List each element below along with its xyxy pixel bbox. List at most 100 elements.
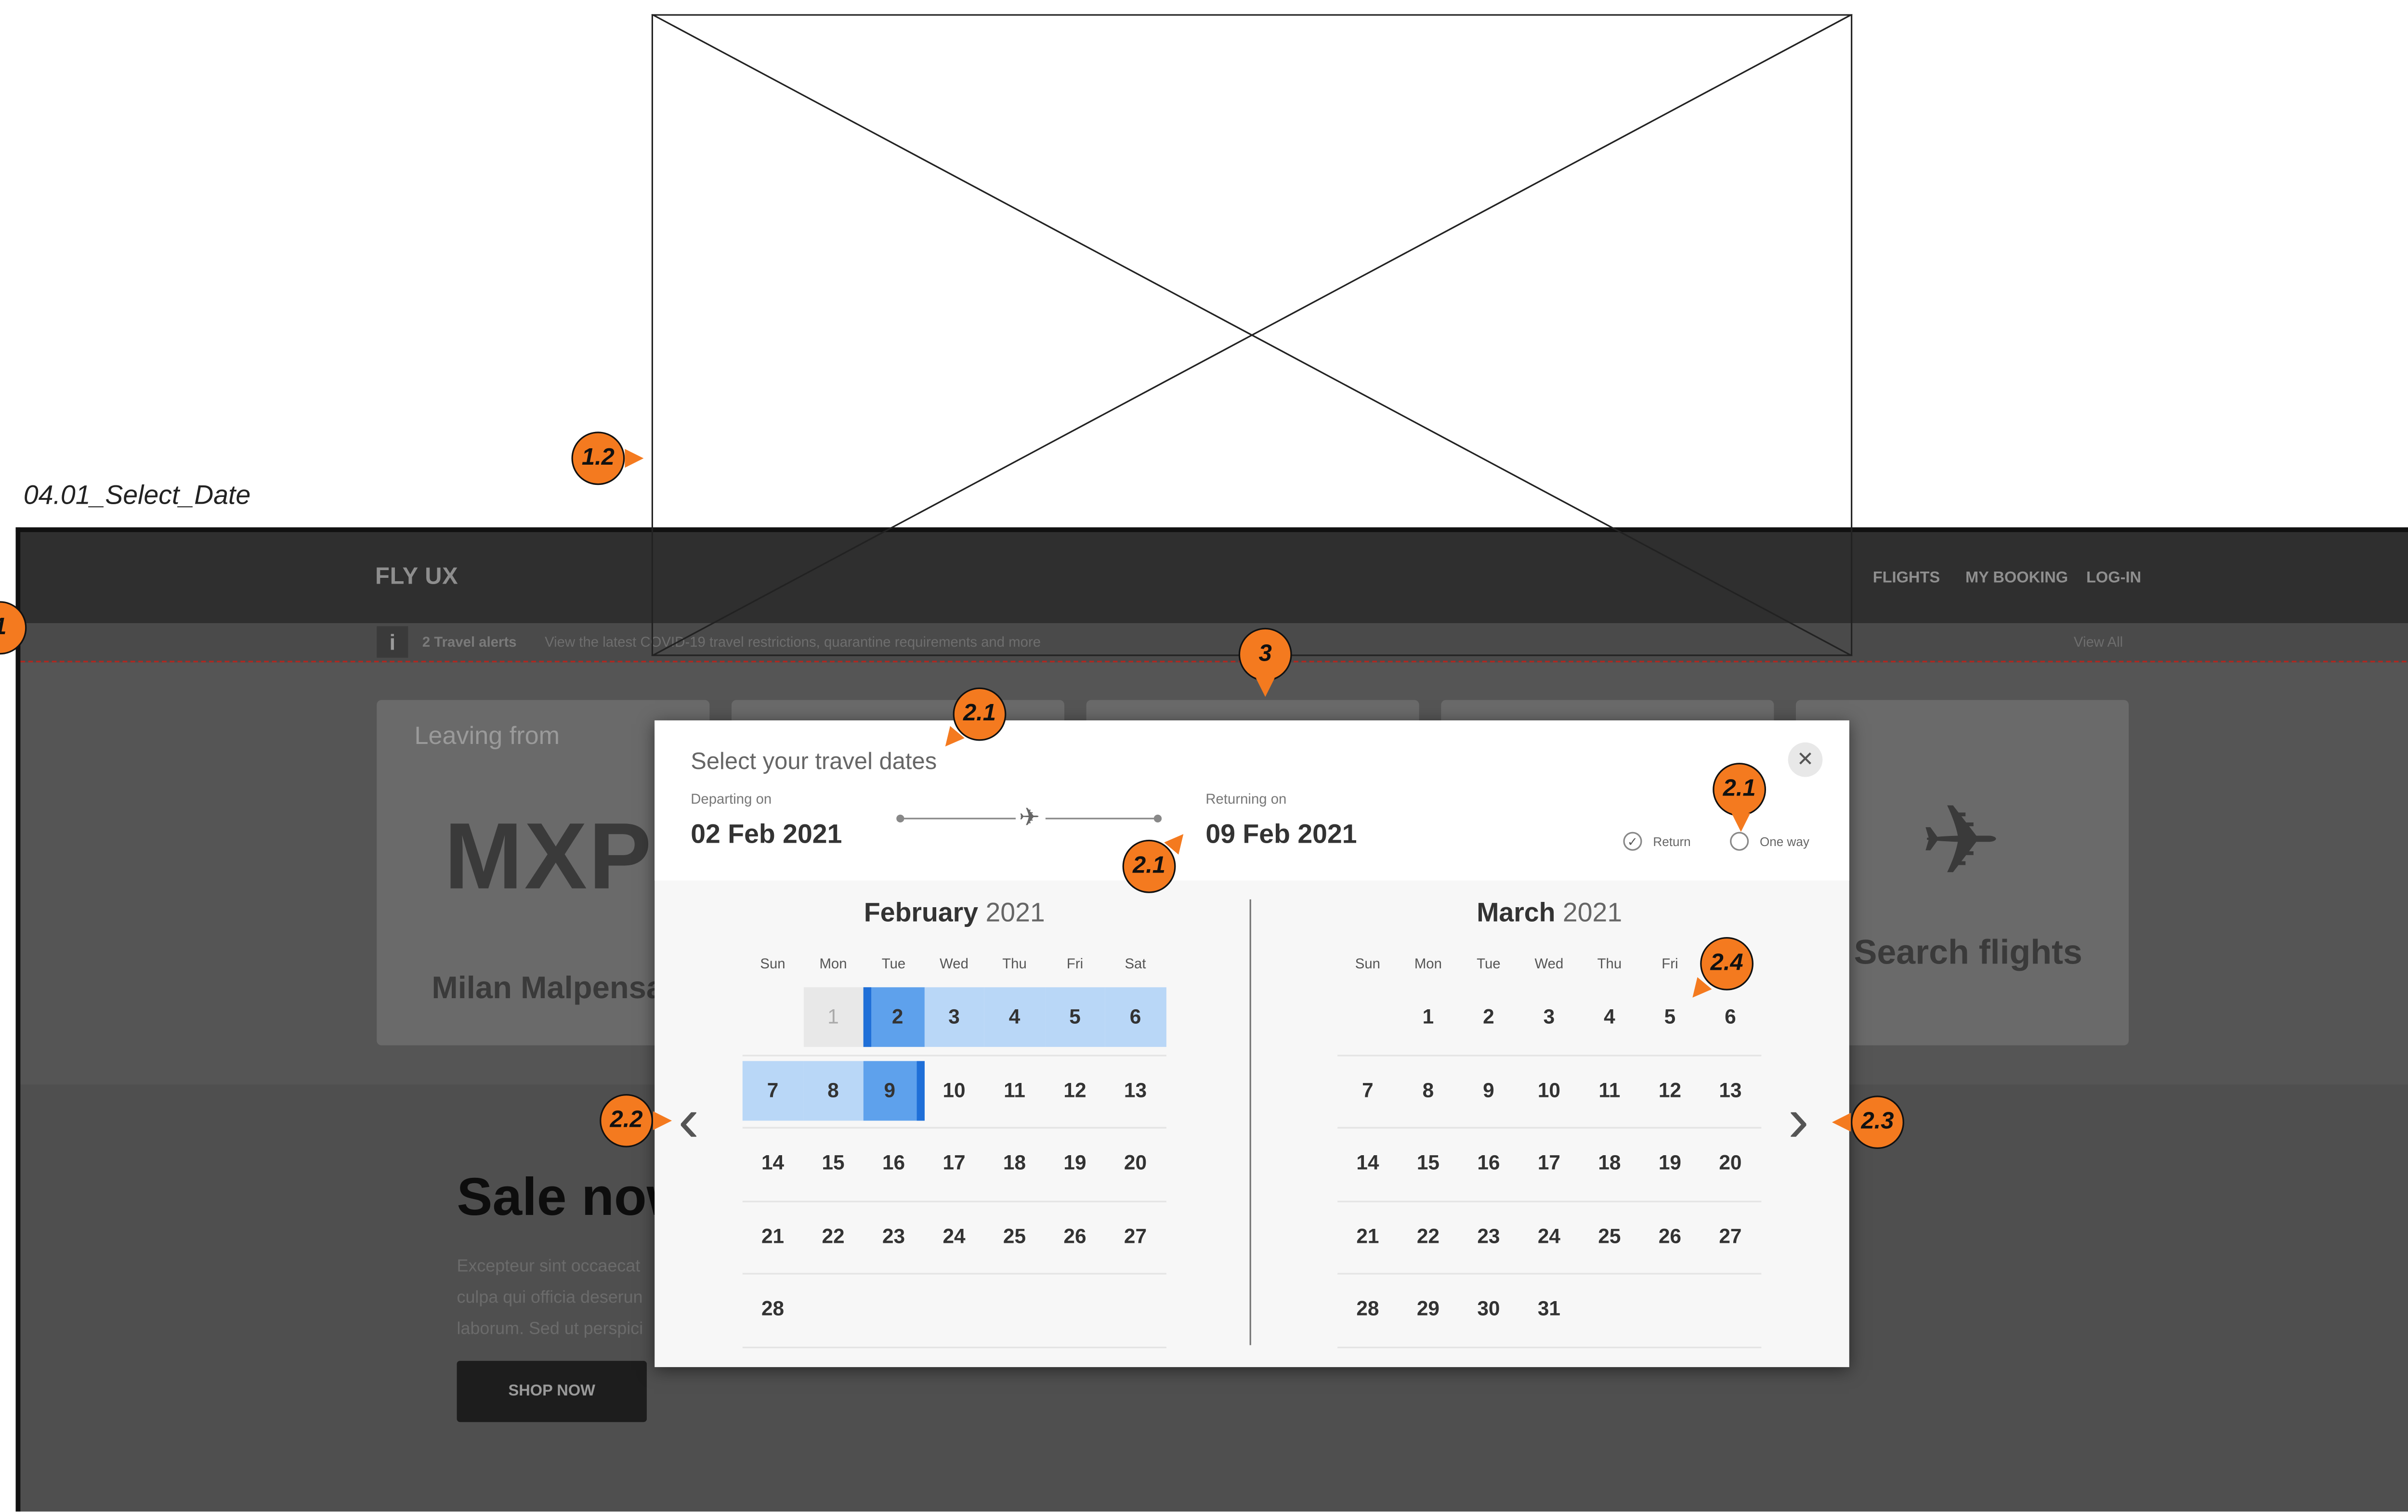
calendar-day[interactable]: 5 xyxy=(1045,987,1105,1047)
calendar-day-disabled: 1 xyxy=(803,987,864,1047)
calendar-day[interactable]: 27 xyxy=(1700,1206,1760,1266)
calendar-day[interactable]: 15 xyxy=(1398,1133,1458,1193)
calendar-day[interactable]: 3 xyxy=(1519,987,1579,1047)
calendar-day[interactable]: 19 xyxy=(1045,1133,1105,1193)
calendar-day[interactable]: 1 xyxy=(1398,987,1458,1047)
route-plane-icon: ✈ xyxy=(1019,805,1040,832)
next-month-button[interactable]: › xyxy=(1788,1089,1809,1152)
week-row-divider xyxy=(1337,1199,1761,1202)
calendar-day[interactable]: 23 xyxy=(864,1206,924,1266)
calendar-day[interactable]: 4 xyxy=(984,987,1045,1047)
brand-logo[interactable]: FLY UX xyxy=(375,563,458,590)
calendar-day[interactable]: 12 xyxy=(1640,1060,1700,1120)
calendar-day[interactable]: 16 xyxy=(864,1133,924,1193)
calendar-day[interactable]: 25 xyxy=(984,1206,1045,1266)
search-flights-button[interactable]: Search flights xyxy=(1854,932,2082,973)
calendar-day[interactable]: 6 xyxy=(1700,987,1760,1047)
modal-title: Select your travel dates xyxy=(691,748,937,776)
calendar-day[interactable]: 30 xyxy=(1458,1279,1518,1339)
calendar-day[interactable]: 18 xyxy=(984,1133,1045,1193)
alert-view-all-link[interactable]: View All xyxy=(2074,634,2123,650)
calendar-day-selected-start[interactable]: 2 xyxy=(863,987,924,1047)
calendar-day[interactable]: 17 xyxy=(924,1133,984,1193)
calendar-day[interactable]: 12 xyxy=(1045,1060,1105,1120)
calendar-day[interactable]: 2 xyxy=(1458,987,1518,1047)
annotation-marker: 1.2 xyxy=(571,431,625,485)
week-row-divider xyxy=(742,1273,1166,1275)
shop-now-button[interactable]: SHOP NOW xyxy=(457,1361,647,1422)
info-icon: i xyxy=(377,626,408,658)
calendar-day[interactable]: 20 xyxy=(1700,1133,1760,1193)
calendar-day[interactable]: 8 xyxy=(1398,1060,1458,1120)
calendar-day[interactable]: 18 xyxy=(1579,1133,1639,1193)
calendar-day[interactable]: 19 xyxy=(1640,1133,1700,1193)
annotation-marker: 2.1 xyxy=(1122,839,1176,893)
nav-flights[interactable]: FLIGHTS xyxy=(1873,570,1940,587)
calendar-day[interactable]: 24 xyxy=(924,1206,984,1266)
returning-date[interactable]: 09 Feb 2021 xyxy=(1205,820,1357,851)
week-row-divider xyxy=(742,1054,1166,1056)
weekday-header: Tue xyxy=(881,956,906,972)
annotation-marker: 2.1 xyxy=(953,687,1007,741)
calendar-day[interactable]: 9 xyxy=(1458,1060,1518,1120)
weekday-header: Sat xyxy=(1125,956,1146,972)
weekday-header: Wed xyxy=(940,956,968,972)
nav-my-booking[interactable]: MY BOOKING xyxy=(1965,570,2068,587)
annotation-pointer xyxy=(1832,1113,1851,1132)
calendar-day[interactable]: 24 xyxy=(1519,1206,1579,1266)
calendar-day-selected-end[interactable]: 9 xyxy=(863,1060,924,1120)
calendar-day[interactable]: 14 xyxy=(1337,1133,1398,1193)
departing-date[interactable]: 02 Feb 2021 xyxy=(691,820,842,851)
calendar-day[interactable]: 15 xyxy=(803,1133,863,1193)
return-radio-checked-icon[interactable]: ✓ xyxy=(1623,832,1642,851)
annotation-pointer xyxy=(1731,813,1751,832)
calendar-day[interactable]: 13 xyxy=(1700,1060,1760,1120)
leaving-from-label: Leaving from xyxy=(414,723,560,751)
calendar-day[interactable]: 27 xyxy=(1105,1206,1165,1266)
calendar-day[interactable]: 4 xyxy=(1579,987,1639,1047)
calendar-day[interactable]: 31 xyxy=(1519,1279,1579,1339)
calendar-day[interactable]: 23 xyxy=(1458,1206,1518,1266)
calendar-day[interactable]: 25 xyxy=(1579,1206,1639,1266)
week-row-divider xyxy=(742,1199,1166,1202)
week-row-divider xyxy=(1337,1054,1761,1056)
calendar-march: SunMonTueWedThuFriSat1234567891011121314… xyxy=(1337,956,1761,1348)
calendar-day[interactable]: 3 xyxy=(924,987,984,1047)
calendar-day[interactable]: 29 xyxy=(1398,1279,1458,1339)
frame-label: 04.01_Select_Date xyxy=(23,480,251,510)
calendar-day[interactable]: 26 xyxy=(1640,1206,1700,1266)
promo-body: Excepteur sint occaecat culpa qui offici… xyxy=(457,1257,643,1339)
nav-login[interactable]: LOG-IN xyxy=(2086,570,2141,587)
calendar-day[interactable]: 26 xyxy=(1045,1206,1105,1266)
calendar-day[interactable]: 13 xyxy=(1105,1060,1165,1120)
calendar-day[interactable]: 14 xyxy=(743,1133,803,1193)
calendar-day[interactable]: 20 xyxy=(1105,1133,1165,1193)
week-row-divider xyxy=(1337,1127,1761,1129)
calendar-day[interactable]: 17 xyxy=(1519,1133,1579,1193)
oneway-radio[interactable] xyxy=(1730,832,1749,851)
calendar-day[interactable]: 21 xyxy=(1337,1206,1398,1266)
prev-month-button[interactable]: ‹ xyxy=(678,1089,699,1152)
calendar-day[interactable]: 10 xyxy=(924,1060,984,1120)
calendar-day[interactable]: 22 xyxy=(803,1206,863,1266)
week-row-divider xyxy=(742,1346,1166,1348)
weekday-header: Thu xyxy=(1002,956,1027,972)
calendar-day[interactable]: 6 xyxy=(1105,987,1166,1047)
calendar-day[interactable]: 7 xyxy=(742,1060,803,1120)
week-row-divider xyxy=(1337,1273,1761,1275)
storyboard-canvas: 04.01_Select_Date FLY UX FLIGHTS MY BOOK… xyxy=(0,0,2408,1512)
calendar-day[interactable]: 10 xyxy=(1519,1060,1579,1120)
calendar-day[interactable]: 16 xyxy=(1458,1133,1518,1193)
calendar-day[interactable]: 7 xyxy=(1337,1060,1398,1120)
calendar-day[interactable]: 28 xyxy=(743,1279,803,1339)
calendar-day[interactable]: 22 xyxy=(1398,1206,1458,1266)
calendar-day[interactable]: 11 xyxy=(984,1060,1045,1120)
route-line xyxy=(1045,818,1156,820)
months-divider xyxy=(1249,899,1251,1345)
calendar-day[interactable]: 28 xyxy=(1337,1279,1398,1339)
calendar-day[interactable]: 11 xyxy=(1579,1060,1639,1120)
close-button[interactable]: ✕ xyxy=(1788,742,1823,777)
annotation-pointer xyxy=(1256,678,1275,697)
calendar-day[interactable]: 8 xyxy=(803,1060,864,1120)
calendar-day[interactable]: 21 xyxy=(743,1206,803,1266)
